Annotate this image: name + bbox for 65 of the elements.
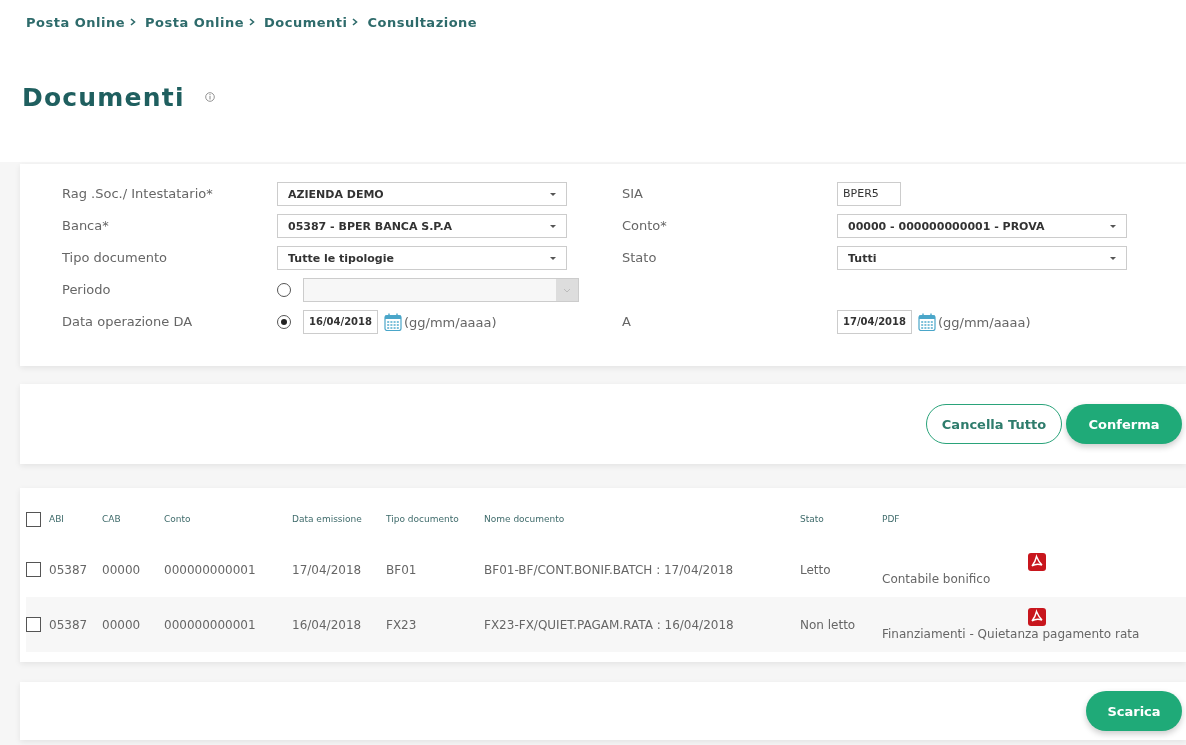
document-description: Contabile bonifico (882, 572, 991, 586)
table-cell: 00000 (102, 562, 141, 577)
table-cell: Non letto (800, 617, 856, 632)
pdf-icon[interactable] (1028, 553, 1046, 571)
table-cell: 05387 (49, 562, 88, 577)
chevron-icon[interactable] (129, 17, 137, 27)
column-header[interactable]: Tipo documento (386, 514, 459, 524)
dropdown[interactable]: 05387 - BPER BANCA S.P.A (277, 214, 567, 238)
chevron-icon[interactable] (248, 17, 256, 27)
clear-button[interactable]: Cancella Tutto (926, 404, 1062, 444)
column-header[interactable]: CAB (102, 514, 121, 524)
chevron-icon[interactable] (351, 17, 360, 27)
breadcrumb-link[interactable]: Posta Online (26, 14, 125, 30)
field-label: Tipo documento (62, 249, 169, 267)
table-cell: 000000000001 (164, 562, 256, 577)
caret-icon[interactable] (550, 192, 556, 196)
breadcrumb-link[interactable]: Consultazione (367, 14, 478, 30)
checkbox[interactable] (26, 562, 41, 577)
calendar-icon[interactable] (917, 313, 936, 331)
column-header[interactable]: Conto (164, 514, 191, 524)
field-label: A (622, 313, 632, 331)
table-cell: 16/04/2018 (292, 617, 362, 632)
document-description: Finanziamenti - Quietanza pagamento rata (882, 627, 1140, 641)
dropdown[interactable]: AZIENDA DEMO (277, 182, 567, 206)
caret-icon[interactable] (550, 224, 556, 228)
field-label: Data operazione DA (62, 313, 194, 331)
date-field[interactable]: 17/04/2018 (837, 310, 912, 334)
table-cell: BF01-BF/CONT.BONIF.BATCH : 17/04/2018 (484, 562, 734, 577)
caret-icon[interactable] (1110, 256, 1116, 260)
column-header[interactable]: Stato (800, 514, 824, 524)
field-label: SIA (622, 185, 644, 203)
table-cell: 000000000001 (164, 617, 256, 632)
table-cell: 17/04/2018 (292, 562, 362, 577)
date-format-hint: (gg/mm/aaaa) (403, 314, 497, 330)
table-cell: 00000 (102, 617, 141, 632)
caret-icon[interactable] (1110, 224, 1116, 228)
table-cell: BF01 (386, 562, 417, 577)
column-header[interactable]: Nome documento (484, 514, 565, 524)
text-field[interactable]: BPER5 (837, 182, 901, 206)
checkbox[interactable] (26, 617, 41, 632)
checkbox[interactable] (26, 511, 41, 527)
field-label: Periodo (62, 281, 112, 299)
table-cell: FX23 (386, 617, 417, 632)
column-header[interactable]: PDF (882, 514, 900, 524)
caret-icon[interactable] (550, 256, 556, 260)
table-cell: FX23-FX/QUIET.PAGAM.RATA : 16/04/2018 (484, 617, 734, 632)
field-label: Banca* (62, 217, 110, 235)
table-cell: Letto (800, 562, 831, 577)
dropdown[interactable]: Tutte le tipologie (277, 246, 567, 270)
page-title: Documenti (22, 82, 185, 112)
field-label: Stato (622, 249, 658, 267)
field-label: Rag .Soc./ Intestatario* (62, 185, 214, 203)
table-cell: 05387 (49, 617, 88, 632)
date-field[interactable]: 16/04/2018 (303, 310, 378, 334)
breadcrumb-link[interactable]: Documenti (264, 14, 348, 30)
calendar-icon[interactable] (383, 313, 402, 331)
info-icon[interactable] (204, 92, 215, 102)
date-format-hint: (gg/mm/aaaa) (937, 314, 1031, 330)
breadcrumb-link[interactable]: Posta Online (145, 14, 244, 30)
column-header[interactable]: ABI (49, 514, 64, 524)
dropdown[interactable]: Tutti (837, 246, 1127, 270)
pdf-icon[interactable] (1028, 608, 1046, 626)
field-label: Conto* (622, 217, 668, 235)
column-header[interactable]: Data emissione (292, 514, 362, 524)
dropdown[interactable]: 00000 - 000000000001 - PROVA (837, 214, 1127, 238)
